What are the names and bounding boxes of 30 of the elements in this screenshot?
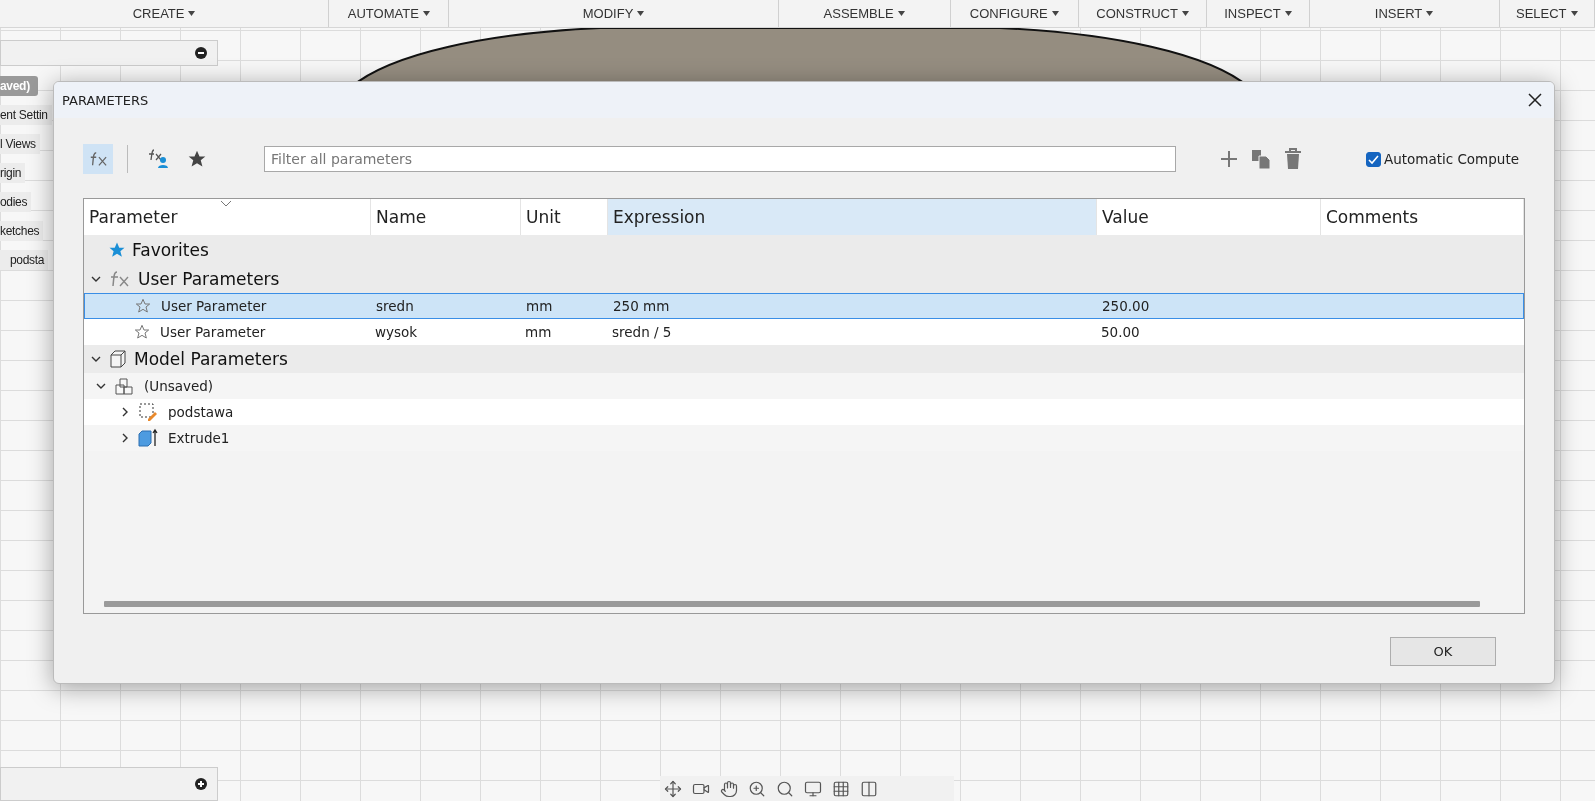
column-header[interactable]: Expression xyxy=(608,199,1097,235)
table-cell-text: 250 mm xyxy=(612,298,671,314)
table-cell-text: 250.00 xyxy=(1101,298,1151,314)
tree-label: Extrude1 xyxy=(167,430,230,446)
automatic-compute-checkbox[interactable]: Automatic Compute xyxy=(1365,151,1519,167)
group-label: Model Parameters xyxy=(134,349,288,369)
browser-item[interactable]: odies xyxy=(0,192,32,212)
table-cell-text: mm xyxy=(524,324,553,340)
tree-row[interactable]: podstawa xyxy=(84,399,1524,425)
browser-item[interactable]: ketches xyxy=(0,221,44,241)
group-label: Favorites xyxy=(132,240,209,260)
browser-item[interactable]: rigin xyxy=(0,163,26,183)
table-cell-text: User Parameter xyxy=(159,324,266,340)
browser-item[interactable]: ent Settin xyxy=(0,105,52,125)
table-cell-text: sredn / 5 xyxy=(611,324,673,340)
table-cell-text: wysok xyxy=(374,324,419,340)
parameter-row[interactable]: User Parameter wysok mm sredn / 5 50.00 xyxy=(84,319,1524,345)
tree-label: podstawa xyxy=(167,404,234,420)
table-cell-text: 50.00 xyxy=(1100,324,1141,340)
parameter-row[interactable]: User Parameter sredn mm 250 mm 250.00 xyxy=(84,293,1524,319)
ok-button[interactable]: OK xyxy=(1390,637,1496,666)
tree-label: (Unsaved) xyxy=(143,378,214,394)
dialog-title: PARAMETERS xyxy=(62,92,149,108)
browser-item[interactable]: l Views xyxy=(0,134,40,154)
table-cell-text: sredn xyxy=(375,298,415,314)
table-cell-text: User Parameter xyxy=(160,298,267,314)
search-field[interactable]: Filter all parameters xyxy=(264,146,1176,172)
browser-item[interactable]: podsta xyxy=(0,250,49,270)
group-label: User Parameters xyxy=(138,269,280,289)
table-cell-text: mm xyxy=(525,298,554,314)
